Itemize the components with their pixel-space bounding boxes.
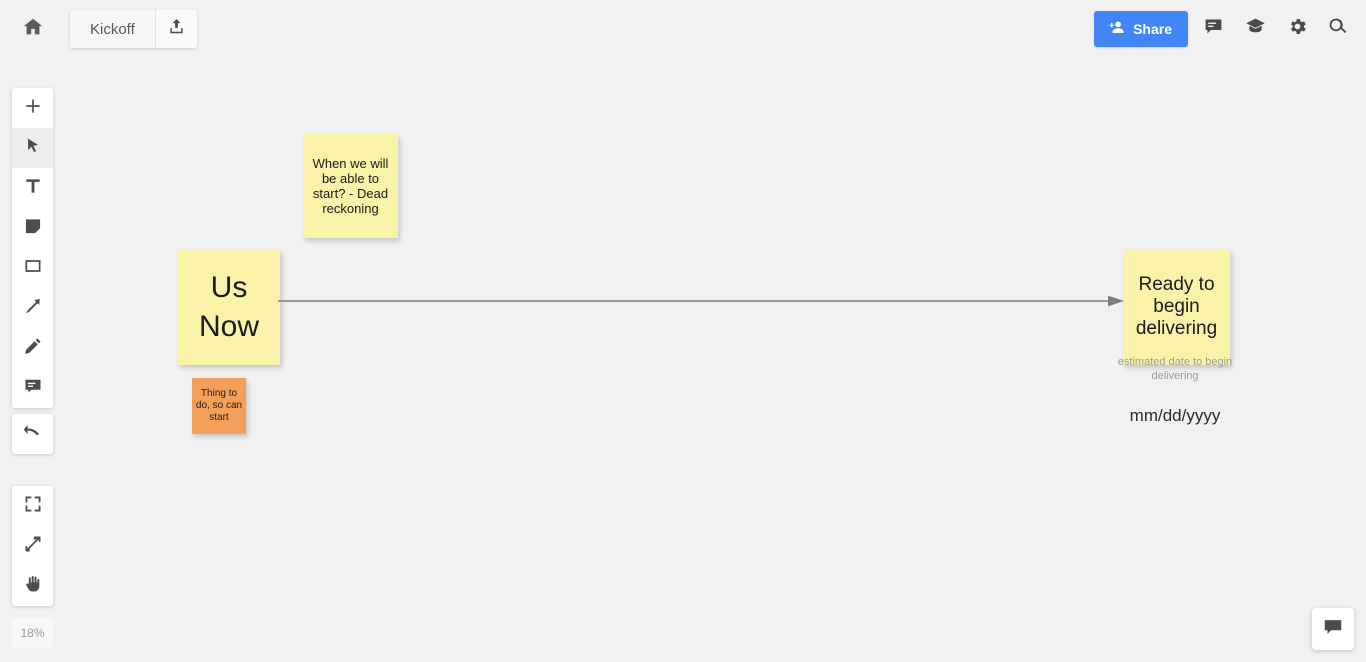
- search-icon: [1327, 16, 1348, 42]
- chat-button[interactable]: [1312, 608, 1354, 650]
- estimated-date-caption: estimated date to begin delivering: [1117, 356, 1233, 382]
- academy-button[interactable]: [1238, 12, 1272, 46]
- sticky-note-thing-to-do[interactable]: Thing to do, so can start: [192, 378, 246, 434]
- chat-bubble-icon: [1322, 616, 1344, 643]
- comments-icon: [1203, 16, 1224, 42]
- canvas-area[interactable]: When we will be able to start? - Dead re…: [0, 58, 1366, 662]
- settings-button[interactable]: [1280, 12, 1314, 46]
- comments-button[interactable]: [1196, 12, 1230, 46]
- top-bar: Kickoff Share: [0, 0, 1366, 58]
- home-icon: [22, 16, 44, 43]
- date-placeholder-text[interactable]: mm/dd/yyyy: [1110, 406, 1240, 426]
- board-title[interactable]: Kickoff: [70, 10, 155, 48]
- settings-icon: [1287, 16, 1308, 42]
- search-button[interactable]: [1320, 12, 1354, 46]
- sticky-note-question[interactable]: When we will be able to start? - Dead re…: [303, 134, 398, 238]
- share-button[interactable]: Share: [1094, 11, 1188, 47]
- whiteboard-app: Kickoff Share 18% When we will be able t…: [0, 0, 1366, 662]
- upload-export-icon: [167, 17, 186, 41]
- home-button[interactable]: [14, 11, 52, 47]
- share-label: Share: [1133, 21, 1172, 37]
- timeline-arrow[interactable]: [278, 294, 1124, 308]
- academy-icon: [1245, 16, 1266, 42]
- person-add-icon: [1107, 18, 1126, 40]
- sticky-note-ready-to-deliver[interactable]: Ready to begin delivering: [1123, 249, 1230, 365]
- sticky-note-us-now[interactable]: Us Now: [178, 249, 280, 365]
- export-button[interactable]: [154, 10, 197, 48]
- board-chip: Kickoff: [70, 10, 197, 48]
